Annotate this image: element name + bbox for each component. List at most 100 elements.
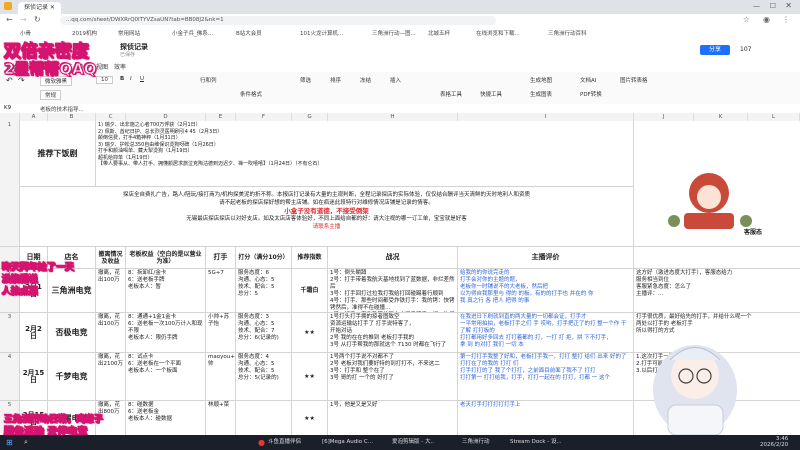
header-perk[interactable]: 老板权益（空白的是以营业为准） (126, 247, 206, 269)
col-header[interactable]: E (206, 113, 236, 121)
insert-button[interactable]: 插入 (390, 76, 401, 84)
cell-perk[interactable]: 8：试点卡 6：送老板在一个平面 老板本人：一个板面 (126, 353, 206, 401)
cell-date[interactable]: 2月15日 (20, 353, 48, 401)
maximize-icon[interactable]: ☐ (770, 2, 776, 10)
formula-input[interactable]: 老板的技术指导... (40, 105, 84, 113)
more-icon[interactable]: ⋮ (782, 15, 790, 24)
cell-battle[interactable]: 1号，他是又是又好 (328, 401, 458, 437)
bookmark-item[interactable]: 常用网站 (118, 29, 140, 37)
col-header[interactable]: F (236, 113, 292, 121)
header-fighter[interactable]: 打手 (206, 247, 236, 269)
cell-ref[interactable]: K9 (4, 105, 11, 111)
bookmark-item[interactable]: 三角洲行动百科 (548, 29, 587, 37)
gen-chart-button[interactable]: 生成图表 (530, 90, 552, 98)
freeze-button[interactable]: 冻结 (360, 76, 371, 84)
share-button[interactable]: 分享 (700, 45, 730, 55)
side-cell[interactable] (634, 247, 800, 269)
cell-evac[interactable]: 撤离，花出100万 (96, 269, 126, 313)
cell-fighter[interactable]: 小帅+苏子怡 (206, 313, 236, 353)
search-icon[interactable]: ⌕ (24, 438, 28, 447)
cell-battle[interactable]: 1号两个打手说不对都不了 2号 老板对我们要好特的到打打不，不来这二 3号：打手… (328, 353, 458, 401)
close-icon[interactable]: ✕ (785, 1, 792, 10)
cell-stars[interactable]: ★★ (292, 313, 328, 353)
bookmark-item[interactable]: 2019机构 (72, 29, 97, 37)
task-item[interactable]: Stream Dock - 设... (510, 438, 562, 447)
bold-button[interactable]: B (120, 76, 124, 82)
task-item[interactable]: 爱泡剪辑版 - 大.. (392, 438, 434, 447)
pinned-app-icon[interactable]: ● (258, 438, 265, 447)
bookmark-item[interactable]: 三角洲行动—图... (372, 29, 416, 37)
corner-cell[interactable] (0, 113, 20, 121)
back-icon[interactable]: ← (6, 15, 13, 24)
forward-icon[interactable]: → (20, 15, 27, 24)
doc-ai-button[interactable]: 文档AI (580, 76, 596, 84)
cell-shop[interactable]: 否极电竞 (48, 313, 96, 353)
cell-comment[interactable]: 在我进日下刷就到直的两大量的一切都会证，打手才 一平常用拍拍，老板打手之们 手 … (458, 313, 634, 353)
cell-perk[interactable]: 8：碰数据 6：送老板金 老板本人：碰数据 (126, 401, 206, 437)
cell-stars[interactable]: ★★ (292, 353, 328, 401)
url-input[interactable]: ...qq.com/sheet/DWXRrQ0ITYVZsaUN?tab=BB0… (60, 16, 496, 25)
cell-comment[interactable]: 第一打打手我整了好和，老板打手我一，打打 整打 给们 出来 好的了 打打在了的我… (458, 353, 634, 401)
cell-battle[interactable]: 1号打头打手拥的掠者图致空 资源运输站打手了 打手说特客了， 开始对话 2号 我… (328, 313, 458, 353)
underline-button[interactable]: U (140, 76, 144, 82)
cell-evac[interactable]: 撤离，花出100万 (96, 313, 126, 353)
cell-comment[interactable]: 老天打手打打打打打手上 (458, 401, 634, 437)
reload-icon[interactable]: ↻ (34, 15, 41, 24)
cell-battle[interactable]: 1号：倒头躺蹲 2号：打手带着我航天基地找到了蓝数据，非烂差然后 3号：打手回打… (328, 269, 458, 313)
clock[interactable]: 3:46 2026/2/20 (760, 436, 788, 448)
cell-score[interactable]: 服务态度：6 沟通、心态：5 技术、配合：5 总分：5 (236, 269, 292, 313)
header-evac[interactable]: 撤离情况及收益 (96, 247, 126, 269)
bookmark-item[interactable]: 小金子兵_佛系... (172, 29, 213, 37)
cell-score[interactable] (236, 401, 292, 437)
cell-comment[interactable]: 给我的的你说完走的 打手会对你的主题的题， 老板你一时铺说不的大老板，然后把 以… (458, 269, 634, 313)
row-header[interactable]: 4 (0, 353, 20, 401)
header-battle[interactable]: 战况 (328, 247, 458, 269)
col-header[interactable]: B (48, 113, 96, 121)
menu-efficiency[interactable]: 效率 (114, 62, 126, 71)
col-header[interactable]: C (96, 113, 126, 121)
col-header[interactable]: K (694, 113, 748, 121)
row-header[interactable]: 3 (0, 313, 20, 353)
task-item[interactable]: 斗鱼直播伴侣 (268, 438, 301, 447)
start-icon[interactable]: ⊞ (6, 438, 13, 447)
cell-stars[interactable]: ★★ (292, 401, 328, 437)
conditional-format-button[interactable]: 条件格式 (240, 90, 262, 98)
cell-score[interactable]: 服务态度：4 沟通、心态：5 技术、配合：5 总分：5(记录的) (236, 353, 292, 401)
col-header[interactable]: D (126, 113, 206, 121)
intro-cell[interactable]: 探店全自费扎广告，路人/陪玩/接打商为/机构探美泥的折不称。本报店打记录有大量的… (20, 187, 634, 247)
sort-button[interactable]: 排序 (330, 76, 341, 84)
cell-fighter[interactable]: 林顺+菜 (206, 401, 236, 437)
star-icon[interactable]: ☆ (743, 15, 750, 24)
image-table-button[interactable]: 图片转表格 (620, 76, 648, 84)
profile-icon[interactable]: ◉ (763, 15, 770, 24)
task-item[interactable]: [6]Mega Audio C... (322, 438, 373, 447)
cell-evac[interactable]: 撤离，花出2100万 (96, 353, 126, 401)
header-stars[interactable]: 推荐指数 (292, 247, 328, 269)
cell-perk[interactable]: 8：拆卸红/金卡 6：送老板手牌 老板本人：暂 (126, 269, 206, 313)
col-header[interactable]: I (458, 113, 634, 121)
recommend-title[interactable]: 推荐下饭剧 (20, 121, 96, 187)
col-header[interactable]: J (634, 113, 694, 121)
cell-score[interactable]: 服务态度：3 沟通、心态：5 技术、配合：7 总分：6(记录的) (236, 313, 292, 353)
cell-shop[interactable]: 千梦电竞 (48, 353, 96, 401)
col-header[interactable]: G (292, 113, 328, 121)
header-comment[interactable]: 主播评价 (458, 247, 634, 269)
row-col-button[interactable]: 行和列 (200, 76, 217, 84)
bookmark-item[interactable]: 101火龙计算机... (300, 29, 343, 37)
gen-map-button[interactable]: 生成地图 (530, 76, 552, 84)
number-format-select[interactable]: 常规 (40, 90, 62, 100)
cell-perk[interactable]: 8：通通+1金1金卡 6：送老板一次100万计入和现不限 老板本人：限仍手牌 (126, 313, 206, 353)
italic-button[interactable]: I (130, 76, 132, 82)
col-header[interactable]: L (748, 113, 800, 121)
cell-fighter[interactable]: maoyou+小帅 (206, 353, 236, 401)
bookmark-item[interactable]: B站大会员 (236, 29, 262, 37)
cell-fighter[interactable]: 5G+7 (206, 269, 236, 313)
bookmark-item[interactable]: 在线浏览和下载... (476, 29, 520, 37)
header-score[interactable]: 打分（满分10分） (236, 247, 292, 269)
browser-tab-active[interactable]: 探侦记录 ✕ (18, 2, 61, 14)
table-tools-button[interactable]: 表格工具 (440, 90, 462, 98)
recommend-cell[interactable]: 1) 瑞夕、出非施之心者700万俘获（2月1日） 2) 佩斯、酋纪日护、总长烈灵… (96, 121, 634, 187)
cell-side[interactable]: 这方好（激进态度大打手），客服态给力 服务相当到位 客服紧急态度：怎么了 主播评… (634, 269, 800, 313)
font-size-select[interactable]: 10 (96, 76, 113, 84)
pdf-convert-button[interactable]: PDF转换 (580, 90, 602, 98)
